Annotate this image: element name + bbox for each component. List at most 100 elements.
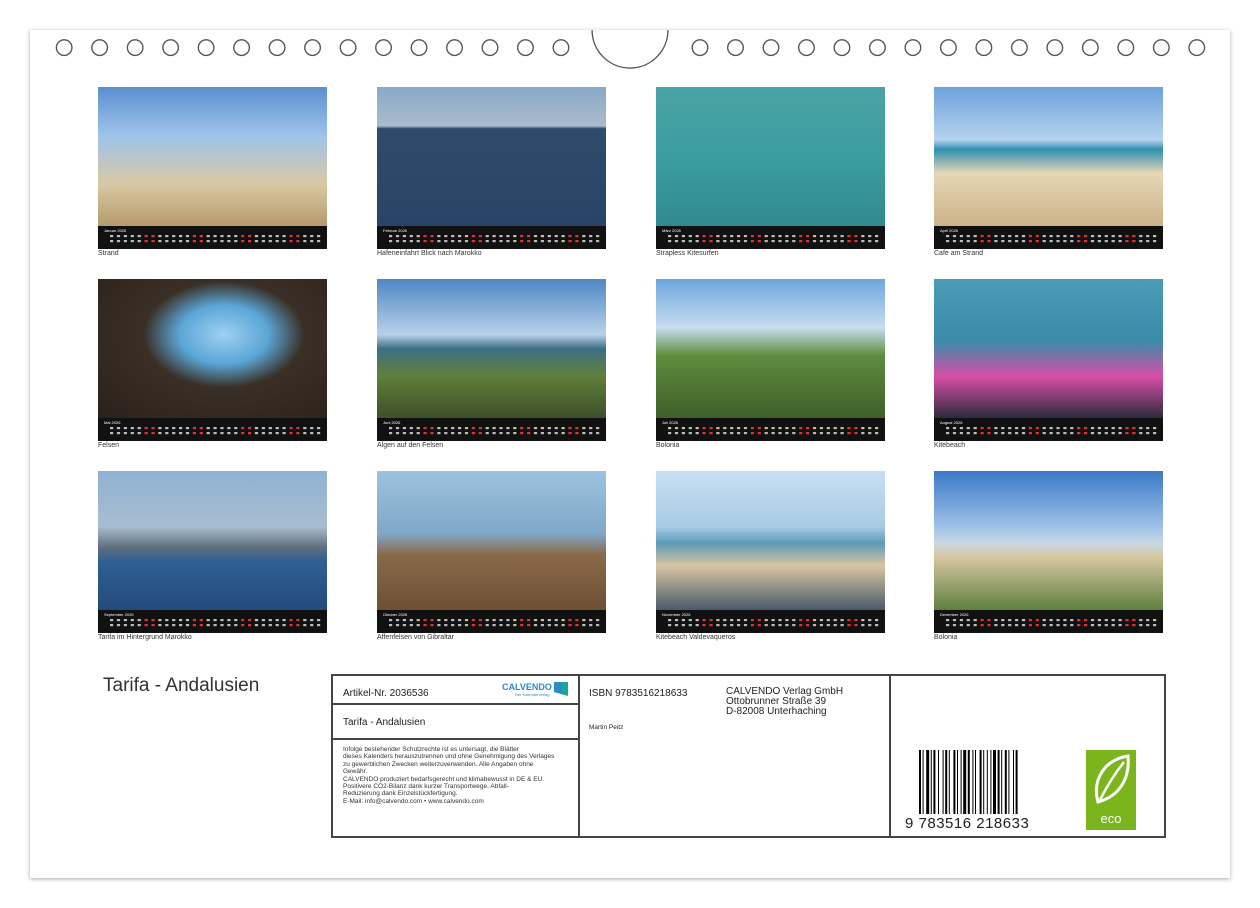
day-cell xyxy=(973,432,977,435)
day-cell xyxy=(423,432,427,435)
day-cell xyxy=(681,624,685,627)
day-cell xyxy=(547,235,551,238)
day-cell xyxy=(540,427,544,430)
day-cell xyxy=(395,624,400,627)
day-cell xyxy=(520,624,524,627)
day-cell xyxy=(234,432,238,435)
day-cell xyxy=(1001,427,1005,430)
day-cell xyxy=(1008,427,1012,430)
barcode-bar xyxy=(960,750,962,814)
day-cell xyxy=(778,624,782,627)
barcode-bar xyxy=(963,750,967,814)
day-cell xyxy=(554,624,558,627)
day-cell xyxy=(875,432,879,435)
day-cell xyxy=(116,624,121,627)
day-cell xyxy=(568,624,572,627)
day-cell xyxy=(847,235,851,238)
day-cell xyxy=(1084,427,1088,430)
day-cell xyxy=(946,235,950,238)
day-cell xyxy=(151,432,155,435)
day-cell xyxy=(1139,432,1143,435)
day-cell xyxy=(1111,427,1115,430)
day-cell xyxy=(826,427,830,430)
day-cell xyxy=(444,240,448,243)
day-cell xyxy=(1146,427,1150,430)
day-cell xyxy=(764,427,768,430)
day-cell xyxy=(568,619,572,622)
day-cell xyxy=(451,619,455,622)
day-cell xyxy=(987,240,991,243)
day-cell xyxy=(533,624,538,627)
day-cell xyxy=(179,624,183,627)
day-cell xyxy=(151,619,155,622)
day-cell xyxy=(750,427,754,430)
day-cell xyxy=(389,624,393,627)
day-cell xyxy=(723,427,727,430)
binding-hole xyxy=(868,39,886,57)
day-cell xyxy=(1049,240,1053,243)
legal-line: Positivere CO2-Bilanz dank kurzer Transp… xyxy=(343,783,509,791)
calvendo-logo-icon xyxy=(554,682,568,696)
day-cell xyxy=(596,624,600,627)
day-cell xyxy=(709,235,713,238)
day-cell xyxy=(172,240,176,243)
day-cell xyxy=(116,427,121,430)
day-cell xyxy=(833,427,837,430)
day-cell xyxy=(547,240,551,243)
day-cell xyxy=(554,235,558,238)
barcode-digits: 9 783516 218633 xyxy=(905,815,1030,832)
day-cell xyxy=(757,235,761,238)
day-cell xyxy=(289,240,293,243)
photo-caption: Kitebeach Valdevaqueros xyxy=(656,634,736,641)
day-cell xyxy=(952,240,957,243)
barcode-bar xyxy=(953,750,956,814)
day-cell xyxy=(771,432,775,435)
day-cell xyxy=(540,235,544,238)
day-cell xyxy=(179,240,183,243)
day-cell xyxy=(840,427,844,430)
day-cell xyxy=(723,235,727,238)
day-cell xyxy=(1125,432,1129,435)
day-cell xyxy=(688,619,692,622)
day-cell xyxy=(674,624,679,627)
day-cell xyxy=(282,427,286,430)
day-cell xyxy=(785,432,789,435)
day-cell xyxy=(261,240,265,243)
day-cell xyxy=(861,235,865,238)
legal-line: Reduzierung dank Einzelstückfertigung. xyxy=(343,790,458,798)
day-cell xyxy=(806,624,810,627)
day-cell xyxy=(444,432,448,435)
day-cell xyxy=(1028,240,1032,243)
day-cell xyxy=(1008,240,1012,243)
day-cell xyxy=(1132,624,1136,627)
binding-hole xyxy=(798,39,815,57)
day-cell xyxy=(833,240,837,243)
day-cell xyxy=(994,240,998,243)
day-cell xyxy=(1153,235,1157,238)
day-cell xyxy=(1146,624,1150,627)
day-cell xyxy=(1049,624,1053,627)
day-cell xyxy=(451,427,455,430)
calendar-title: Tarifa - Andalusien xyxy=(103,675,260,696)
day-cell xyxy=(158,427,162,430)
day-cell xyxy=(730,624,734,627)
day-cell xyxy=(1118,427,1122,430)
day-cell xyxy=(688,235,692,238)
day-cell xyxy=(589,427,593,430)
day-cell xyxy=(289,624,293,627)
day-cell xyxy=(973,624,977,627)
day-cell xyxy=(575,624,579,627)
barcode-bar xyxy=(942,750,944,814)
photo-caption: Strapless Kitesurfen xyxy=(656,250,719,257)
day-cell xyxy=(582,619,586,622)
binding-hole xyxy=(1152,39,1170,57)
day-cell xyxy=(750,432,754,435)
day-cell xyxy=(1035,427,1039,430)
day-cell xyxy=(709,427,713,430)
day-cell xyxy=(582,432,586,435)
day-cell xyxy=(1104,240,1108,243)
day-cell xyxy=(709,619,713,622)
day-cell xyxy=(527,240,531,243)
day-cell xyxy=(317,240,321,243)
day-cell xyxy=(966,432,970,435)
